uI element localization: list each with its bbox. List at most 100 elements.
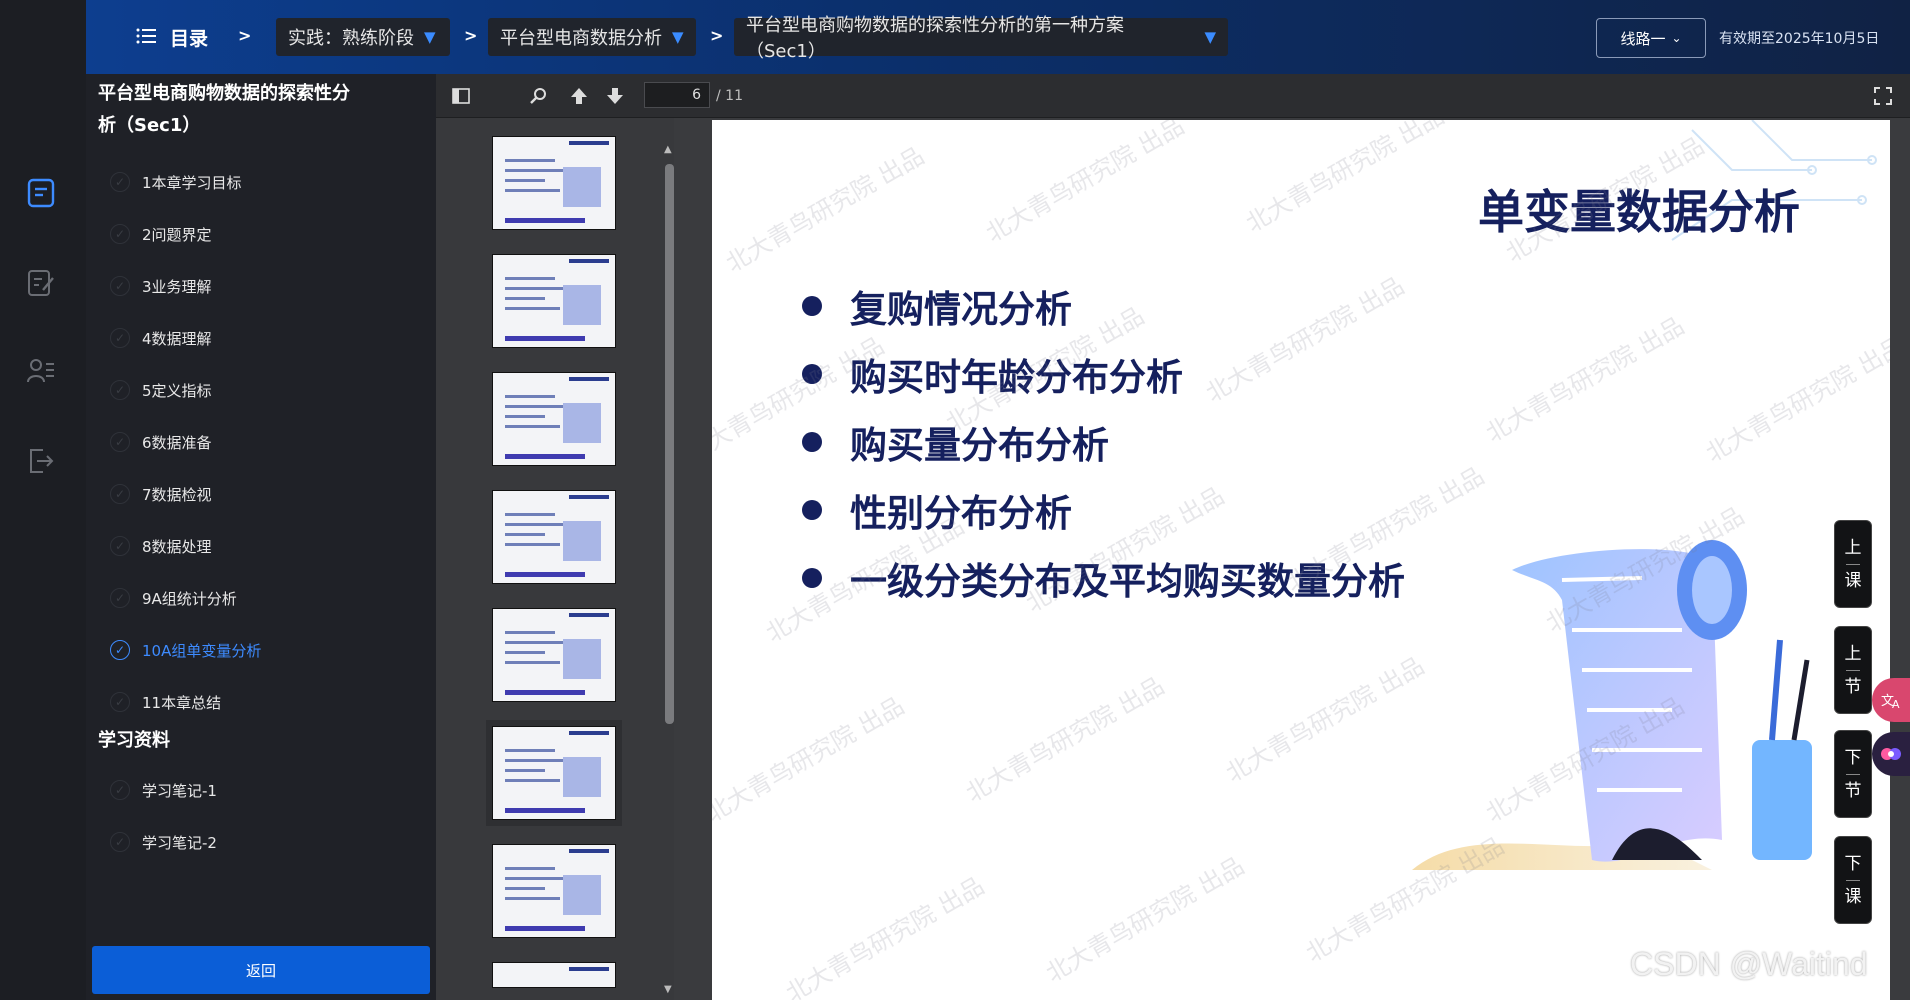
slide-page: 单变量数据分析 复购情况分析 购买时年龄分布分析 购买量分布分析 性别分布分析 一级分类…: [712, 120, 1890, 1000]
previous-lesson-char-2: 课: [1844, 570, 1862, 591]
search-icon[interactable]: [524, 82, 554, 110]
chapter-item[interactable]: ✓ 1本章学习目标: [110, 156, 410, 208]
exit-icon[interactable]: [24, 444, 58, 478]
previous-page-icon[interactable]: [564, 82, 594, 110]
viewer-toolbar: / 11: [436, 74, 1910, 118]
next-section-char-1: 下: [1844, 747, 1862, 768]
chapter-item[interactable]: ✓ 6数据准备: [110, 416, 410, 468]
resource-item-label: 学习笔记-1: [142, 781, 217, 800]
thumbnail-scrollbar[interactable]: ▲ ▼: [664, 144, 674, 995]
next-section-button[interactable]: 下节: [1834, 730, 1872, 818]
resource-item-label: 学习笔记-2: [142, 833, 217, 852]
chapter-item[interactable]: ✓ 9A组统计分析: [110, 572, 410, 624]
slide-title: 单变量数据分析: [1478, 185, 1800, 239]
sidebar-toggle-icon[interactable]: [446, 82, 476, 110]
bullet-dot-icon: [802, 500, 822, 520]
page-thumbnail[interactable]: [492, 608, 616, 702]
check-circle-icon: ✓: [110, 328, 130, 348]
breadcrumb-course[interactable]: 平台型电商数据分析 ▼: [488, 18, 696, 56]
chapter-item[interactable]: ✓ 7数据检视: [110, 468, 410, 520]
chapter-item[interactable]: ✓ 4数据理解: [110, 312, 410, 364]
left-icon-rail: [0, 0, 86, 1000]
next-lesson-char-2: 课: [1844, 886, 1862, 907]
breadcrumb-lesson-label: 平台型电商购物数据的探索性分析的第一种方案（Sec1）: [746, 15, 1124, 62]
slide-watermark: 北大青鸟研究院 出品: [1481, 311, 1689, 448]
catalog-toggle[interactable]: 目录: [136, 24, 208, 51]
chevron-down-icon: ⌄: [1671, 31, 1682, 45]
slide-bullet-text: 购买时年龄分布分析: [850, 356, 1183, 399]
chapter-item[interactable]: ✓ 3业务理解: [110, 260, 410, 312]
slide-bullet-list: 复购情况分析 购买时年龄分布分析 购买量分布分析 性别分布分析 一级分类分布及平均购买数…: [802, 272, 1405, 612]
previous-lesson-button[interactable]: 上课: [1834, 520, 1872, 608]
resource-list: ✓ 学习笔记-1 ✓ 学习笔记-2: [110, 764, 410, 868]
slide-bullet-text: 一级分类分布及平均购买数量分析: [850, 560, 1405, 603]
slide-watermark: 北大青鸟研究院 出品: [981, 120, 1189, 248]
chapter-item-label: 11本章总结: [142, 693, 222, 712]
paper-scroll-illustration: [1412, 540, 1812, 870]
previous-section-button[interactable]: 上节: [1834, 626, 1872, 714]
chapter-item[interactable]: ✓ 8数据处理: [110, 520, 410, 572]
next-lesson-button[interactable]: 下课: [1834, 836, 1872, 924]
slide-watermark: 北大青鸟研究院 出品: [781, 871, 989, 1000]
check-circle-icon: ✓: [110, 224, 130, 244]
route-select-button[interactable]: 线路一 ⌄: [1596, 18, 1706, 58]
slide-bullet: 复购情况分析: [802, 272, 1405, 340]
chapter-item[interactable]: ✓ 11本章总结: [110, 676, 410, 728]
chapter-item-label: 9A组统计分析: [142, 589, 237, 608]
slide-bullet-text: 购买量分布分析: [850, 424, 1109, 467]
check-circle-icon: ✓: [110, 832, 130, 852]
page-thumbnail[interactable]: [492, 844, 616, 938]
thumbnail-panel[interactable]: ▲ ▼ ◀ ▶: [436, 118, 674, 1000]
fullscreen-icon[interactable]: [1868, 82, 1898, 110]
breadcrumb-lesson[interactable]: 平台型电商购物数据的探索性分析的第一种方案（Sec1） ▼: [734, 15, 1228, 62]
bullet-dot-icon: [802, 568, 822, 588]
resource-item[interactable]: ✓ 学习笔记-1: [110, 764, 410, 816]
chapter-item-label: 8数据处理: [142, 537, 212, 556]
ai-assistant-icon[interactable]: [1872, 732, 1910, 776]
next-lesson-char-1: 下: [1844, 853, 1862, 874]
scroll-down-arrow-icon[interactable]: ▼: [664, 984, 672, 995]
catalog-title: 目录: [170, 28, 209, 50]
page-thumbnail[interactable]: [492, 254, 616, 348]
resource-item[interactable]: ✓ 学习笔记-2: [110, 816, 410, 868]
previous-section-char-2: 节: [1844, 676, 1862, 697]
csdn-watermark: CSDN @Waitind: [1630, 946, 1868, 982]
chapter-item-label: 6数据准备: [142, 433, 212, 452]
scroll-thumb[interactable]: [665, 164, 674, 724]
chapter-item[interactable]: ✓ 5定义指标: [110, 364, 410, 416]
page-thumbnail[interactable]: [492, 490, 616, 584]
courseware-icon[interactable]: [24, 176, 58, 210]
top-bar: 目录 > 实践：熟练阶段 ▼ > 平台型电商数据分析 ▼ > 平台型电商购物数据的探…: [86, 0, 1910, 74]
previous-lesson-char-1: 上: [1844, 537, 1862, 558]
edit-note-icon[interactable]: [24, 266, 58, 300]
next-page-icon[interactable]: [600, 82, 630, 110]
slide-watermark: 北大青鸟研究院 出品: [712, 691, 909, 828]
back-button[interactable]: 返回: [92, 946, 430, 994]
translate-icon[interactable]: 文A: [1872, 678, 1910, 722]
slide-watermark: 北大青鸟研究院 出品: [1221, 651, 1429, 788]
students-icon[interactable]: [24, 354, 58, 388]
check-circle-icon: ✓: [110, 536, 130, 556]
breadcrumb-course-label: 平台型电商数据分析: [500, 28, 662, 49]
slide-bullet: 购买量分布分析: [802, 408, 1405, 476]
check-circle-icon: ✓: [110, 588, 130, 608]
chapter-item-label: 4数据理解: [142, 329, 212, 348]
chapter-item[interactable]: ✓ 2问题界定: [110, 208, 410, 260]
valid-until-text: 有效期至2025年10月5日: [1719, 31, 1880, 47]
chapter-item-label: 2问题界定: [142, 225, 212, 244]
dropdown-triangle-icon: ▼: [424, 28, 436, 46]
page-thumbnail[interactable]: [492, 962, 616, 988]
breadcrumb-separator: >: [710, 26, 724, 45]
scroll-up-arrow-icon[interactable]: ▲: [664, 144, 672, 155]
check-circle-icon: ✓: [110, 432, 130, 452]
breadcrumb-stage[interactable]: 实践：熟练阶段 ▼: [276, 18, 450, 56]
page-thumbnail[interactable]: [492, 136, 616, 230]
chapter-item-label: 5定义指标: [142, 381, 212, 400]
page-thumbnail[interactable]: [486, 720, 622, 826]
resources-heading: 学习资料: [98, 730, 170, 751]
page-number-input[interactable]: [644, 82, 710, 108]
chapter-item-label: 3业务理解: [142, 277, 212, 296]
slide-watermark: 北大青鸟研究院 出品: [961, 671, 1169, 808]
page-thumbnail[interactable]: [492, 372, 616, 466]
chapter-item[interactable]: ✓ 10A组单变量分析: [110, 624, 410, 676]
